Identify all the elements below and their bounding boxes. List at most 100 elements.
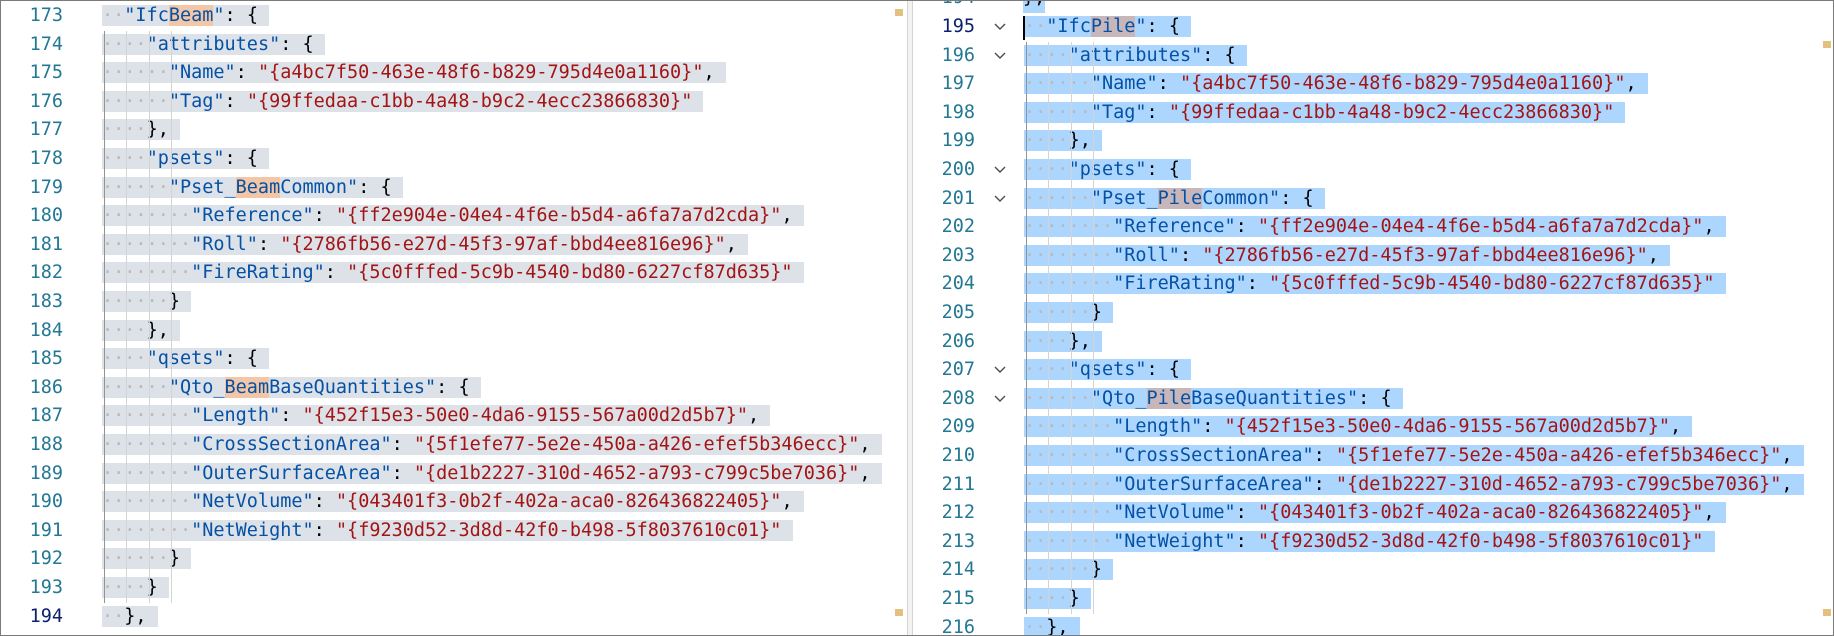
code-line[interactable]: 214 ······} (913, 556, 1833, 585)
indent-whitespace: ······ (1024, 101, 1091, 123)
json-key: "Roll" (191, 233, 258, 255)
code-line[interactable]: 181 ········"Roll": "{2786fb56-e27d-45f3-… (1, 231, 909, 260)
diff-editor: 173 ··"IfcBeam": { 174 ····"attributes": {… (0, 0, 1834, 636)
code-text: ········"CrossSectionArea": "{5f1efe77-5… (1024, 442, 1804, 471)
chevron-down-icon[interactable] (993, 385, 1007, 414)
code-line[interactable]: 179 ······"Pset_BeamCommon": { (1, 174, 909, 203)
indent-whitespace: ········ (102, 462, 192, 484)
code-line[interactable]: 186 ······"Qto_BeamBaseQuantities": { (1, 374, 909, 403)
code-line[interactable]: 198 ······"Tag": "{99ffedaa-c1bb-4a48-b9c… (913, 99, 1833, 128)
indent-whitespace: ······ (1024, 387, 1091, 409)
line-number: 187 (29, 405, 63, 427)
code-line[interactable]: 183 ······} (1, 288, 909, 317)
json-punctuation: : { (280, 33, 314, 55)
json-punctuation: : { (1146, 16, 1180, 37)
code-line[interactable]: 190 ········"NetVolume": "{043401f3-0b2f-… (1, 488, 909, 517)
code-line[interactable]: 210 ········"CrossSectionArea": "{5f1efe7… (913, 442, 1833, 471)
code-line[interactable]: 192 ······} (1, 545, 909, 574)
code-line[interactable]: 177 ····}, (1, 116, 909, 145)
code-line[interactable]: 215 ····} (913, 585, 1833, 614)
line-number: 212 (941, 502, 975, 524)
code-line[interactable]: 180 ········"Reference": "{ff2e904e-04e4-… (1, 202, 909, 231)
json-punctuation: }, (146, 119, 169, 141)
json-string: "{452f15e3-50e0-4da6-9155-567a00d2d5b7}" (1224, 416, 1671, 438)
code-line[interactable]: 201 ······"Pset_PileCommon": { (913, 185, 1833, 214)
json-punctuation: , (859, 434, 871, 455)
code-line[interactable]: 176 ······"Tag": "{99ffedaa-c1bb-4a48-b9c… (1, 88, 909, 117)
code-line[interactable]: 184 ····}, (1, 317, 909, 346)
code-line[interactable]: 206 ····}, (913, 328, 1833, 357)
code-line[interactable]: 188 ········"CrossSectionArea": "{5f1efe7… (1, 431, 909, 460)
code-line[interactable]: 194 ··}, (1, 603, 909, 632)
code-line[interactable]: 185 ····"qsets": { (1, 345, 909, 374)
indent-whitespace: ······ (102, 62, 169, 84)
code-text: ····}, (102, 116, 180, 145)
left-editor-pane[interactable]: 173 ··"IfcBeam": { 174 ····"attributes": {… (1, 1, 909, 635)
json-punctuation: }, (1068, 330, 1091, 352)
code-text: ····}, (1024, 127, 1102, 156)
code-line[interactable]: 193 ····} (1, 574, 909, 603)
code-line[interactable]: 182 ········"FireRating": "{5c0fffed-5c9b… (1, 259, 909, 288)
code-text: ····} (102, 574, 169, 603)
indent-whitespace: ·· (102, 5, 125, 26)
json-punctuation: : (1313, 445, 1336, 466)
code-line[interactable]: 212 ········"NetVolume": "{043401f3-0b2f-… (913, 499, 1833, 528)
chevron-down-icon[interactable] (993, 156, 1007, 185)
code-line[interactable]: 203 ········"Roll": "{2786fb56-e27d-45f3-… (913, 242, 1833, 271)
line-number: 208 (941, 387, 975, 409)
indent-whitespace: ·· (102, 605, 125, 627)
right-overview-ruler[interactable] (1819, 1, 1833, 635)
code-line[interactable]: 211 ········"OuterSurfaceArea": "{de1b222… (913, 471, 1833, 500)
overview-ruler-marker (1823, 41, 1831, 48)
code-line[interactable]: 197 ······"Name": "{a4bc7f50-463e-48f6-b8… (913, 70, 1833, 99)
code-line[interactable]: 196 ····"attributes": { (913, 42, 1833, 71)
json-key: " (1135, 16, 1147, 37)
json-punctuation: : (235, 62, 258, 84)
indent-guide (170, 30, 172, 603)
json-string: "{5f1efe77-5e2e-450a-a426-efef5b346ecc}" (413, 434, 860, 455)
code-line[interactable]: 178 ····"psets": { (1, 145, 909, 174)
code-line[interactable]: 216 ··}, (913, 614, 1833, 635)
json-string: "{043401f3-0b2f-402a-aca0-826436822405}" (335, 491, 782, 513)
json-key: "Reference" (1113, 216, 1236, 238)
code-line[interactable]: 175 ······"Name": "{a4bc7f50-463e-48f6-b8… (1, 59, 909, 88)
code-line[interactable]: 209 ········"Length": "{452f15e3-50e0-4da… (913, 413, 1833, 442)
json-key: "Reference" (191, 205, 314, 227)
indent-whitespace: ···· (1024, 330, 1069, 352)
indent-whitespace: ···· (102, 148, 147, 169)
line-number: 175 (29, 62, 63, 84)
indent-guide (1048, 41, 1050, 614)
indent-whitespace: ········ (1024, 273, 1114, 295)
code-line[interactable]: 205 ······} (913, 299, 1833, 328)
code-line[interactable]: 202 ········"Reference": "{ff2e904e-04e4-… (913, 213, 1833, 242)
code-line[interactable]: 204 ········"FireRating": "{5c0fffed-5c9b… (913, 270, 1833, 299)
chevron-down-icon[interactable] (993, 13, 1007, 42)
json-key: Common" (280, 176, 359, 198)
right-editor-pane[interactable]: 194},195··"IfcPile": { 196····"attribute… (913, 1, 1833, 635)
code-line[interactable]: 195 ··"IfcPile": { (913, 13, 1833, 42)
code-line[interactable]: 200 ····"psets": { (913, 156, 1833, 185)
json-key: "Name" (168, 62, 236, 84)
code-line[interactable]: 213 ········"NetWeight": "{f9230d52-3d8d-… (913, 528, 1833, 557)
line-number: 195 (941, 16, 975, 37)
code-line[interactable]: 208 ······"Qto_PileBaseQuantities": { (913, 385, 1833, 414)
json-punctuation: , (859, 462, 871, 484)
left-overview-ruler[interactable] (891, 1, 907, 635)
code-line[interactable]: 174 ····"attributes": { (1, 31, 909, 60)
code-line[interactable]: 207 ····"qsets": { (913, 356, 1833, 385)
json-key: BaseQuantities" (1191, 387, 1359, 409)
code-text: ········"CrossSectionArea": "{5f1efe77-5… (102, 431, 882, 460)
find-match: Beam (224, 376, 270, 398)
line-number: 214 (941, 559, 975, 581)
code-line[interactable]: 189 ········"OuterSurfaceArea": "{de1b222… (1, 460, 909, 489)
chevron-down-icon[interactable] (993, 185, 1007, 214)
json-string: "{5c0fffed-5c9b-4540-bd80-6227cf87d635}" (347, 262, 793, 284)
code-line[interactable]: 191 ········"NetWeight": "{f9230d52-3d8d-… (1, 517, 909, 546)
code-text: ······"Name": "{a4bc7f50-463e-48f6-b829-… (102, 59, 726, 88)
code-line[interactable]: 187 ········"Length": "{452f15e3-50e0-4da… (1, 402, 909, 431)
code-line[interactable]: 173 ··"IfcBeam": { (1, 2, 909, 31)
code-line[interactable]: 199 ····}, (913, 127, 1833, 156)
chevron-down-icon[interactable] (993, 42, 1007, 71)
chevron-down-icon[interactable] (993, 356, 1007, 385)
line-number: 215 (941, 588, 975, 609)
